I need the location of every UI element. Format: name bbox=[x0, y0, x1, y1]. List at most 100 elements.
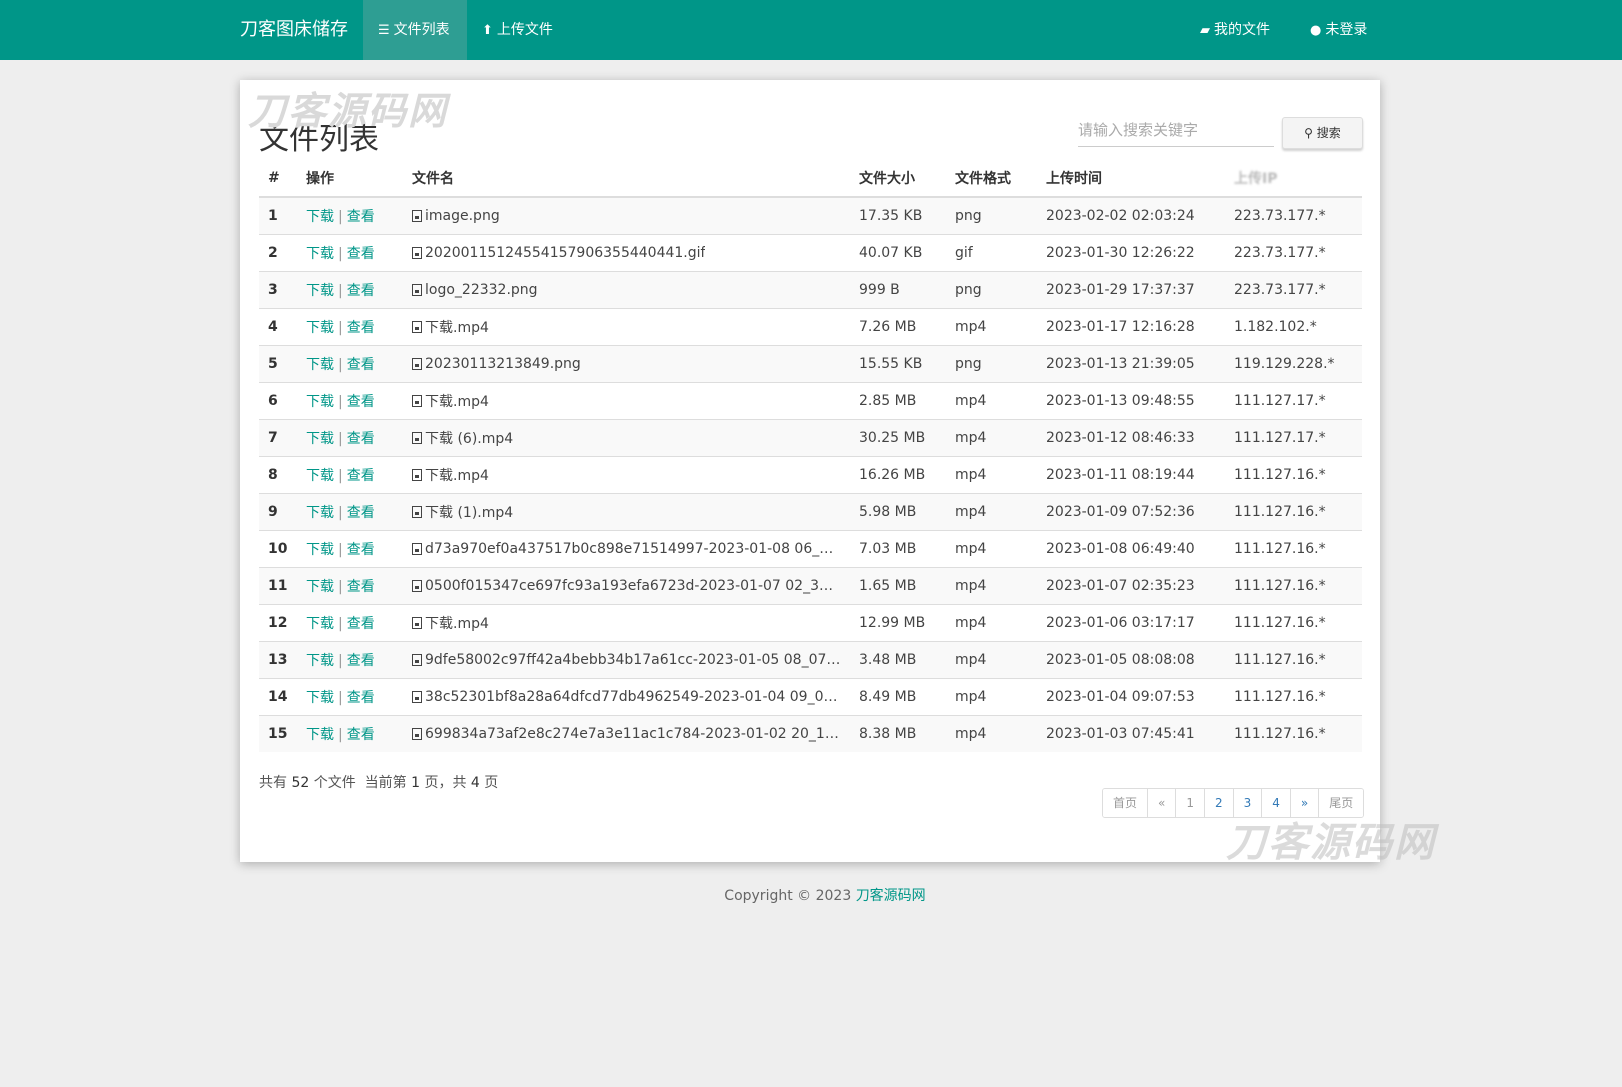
row-actions: 下载 | 查看 bbox=[297, 308, 403, 346]
view-link[interactable]: 查看 bbox=[347, 690, 375, 706]
file-icon bbox=[412, 432, 422, 444]
row-upload-time: 2023-01-30 12:26:22 bbox=[1037, 234, 1225, 272]
view-link[interactable]: 查看 bbox=[347, 542, 375, 558]
file-name: 38c52301bf8a28a64dfcd77db4962549-2023-01… bbox=[425, 689, 841, 705]
footer-site-link[interactable]: 刀客源码网 bbox=[856, 888, 926, 904]
download-link[interactable]: 下载 bbox=[306, 690, 334, 706]
action-separator: | bbox=[338, 283, 343, 299]
view-link[interactable]: 查看 bbox=[347, 653, 375, 669]
row-filename: 下载.mp4 bbox=[403, 456, 850, 494]
row-index: 7 bbox=[259, 419, 297, 457]
summary-current-page: 1 bbox=[411, 775, 421, 791]
row-format: mp4 bbox=[946, 308, 1037, 346]
search-button-label: 搜索 bbox=[1316, 126, 1341, 140]
download-link[interactable]: 下载 bbox=[306, 431, 334, 447]
nav-file-list[interactable]: ☰ 文件列表 bbox=[363, 0, 467, 60]
action-separator: | bbox=[338, 616, 343, 632]
row-size: 2.85 MB bbox=[850, 382, 946, 420]
table-row: 1 下载 | 查看 image.png 17.35 KB png 2023-02-02 02:… bbox=[259, 196, 1362, 235]
page-first[interactable]: 首页 bbox=[1103, 789, 1148, 817]
view-link[interactable]: 查看 bbox=[347, 246, 375, 262]
file-name: image.png bbox=[425, 208, 500, 224]
search-button[interactable]: ⚲ 搜索 bbox=[1282, 117, 1363, 149]
brand-logo[interactable]: 刀客图床储存 bbox=[240, 0, 348, 60]
watermark-header: 刀客源码网 bbox=[248, 89, 449, 133]
row-upload-time: 2023-01-08 06:49:40 bbox=[1037, 530, 1225, 568]
file-icon bbox=[412, 395, 422, 407]
list-icon: ☰ bbox=[378, 23, 390, 38]
row-upload-time: 2023-01-11 08:19:44 bbox=[1037, 456, 1225, 494]
nav-login[interactable]: ● 未登录 bbox=[1295, 0, 1395, 60]
action-separator: | bbox=[338, 246, 343, 262]
row-actions: 下载 | 查看 bbox=[297, 715, 403, 752]
row-format: mp4 bbox=[946, 530, 1037, 568]
row-upload-time: 2023-01-12 08:46:33 bbox=[1037, 419, 1225, 457]
row-upload-ip: 111.127.16.* bbox=[1225, 456, 1362, 494]
download-link[interactable]: 下载 bbox=[306, 579, 334, 595]
search-input[interactable] bbox=[1078, 114, 1274, 147]
row-index: 3 bbox=[259, 271, 297, 309]
view-link[interactable]: 查看 bbox=[347, 505, 375, 521]
row-upload-ip: 111.127.16.* bbox=[1225, 678, 1362, 716]
download-link[interactable]: 下载 bbox=[306, 246, 334, 262]
download-link[interactable]: 下载 bbox=[306, 653, 334, 669]
file-icon bbox=[412, 284, 422, 296]
row-upload-time: 2023-01-13 21:39:05 bbox=[1037, 345, 1225, 383]
download-link[interactable]: 下载 bbox=[306, 727, 334, 743]
download-link[interactable]: 下载 bbox=[306, 468, 334, 484]
row-index: 8 bbox=[259, 456, 297, 494]
page-prev[interactable]: « bbox=[1147, 789, 1176, 817]
search-icon: ⚲ bbox=[1304, 126, 1313, 140]
row-size: 30.25 MB bbox=[850, 419, 946, 457]
footer: Copyright © 2023 刀客源码网 bbox=[0, 885, 1622, 905]
download-link[interactable]: 下载 bbox=[306, 616, 334, 632]
nav-upload-label: 上传文件 bbox=[496, 22, 553, 38]
row-upload-time: 2023-01-29 17:37:37 bbox=[1037, 271, 1225, 309]
row-filename: 下载.mp4 bbox=[403, 382, 850, 420]
view-link[interactable]: 查看 bbox=[347, 727, 375, 743]
row-size: 5.98 MB bbox=[850, 493, 946, 531]
file-icon bbox=[412, 654, 422, 666]
action-separator: | bbox=[338, 320, 343, 336]
row-filename: d73a970ef0a437517b0c898e71514997-2023-01… bbox=[403, 530, 850, 568]
file-icon bbox=[412, 247, 422, 259]
view-link[interactable]: 查看 bbox=[347, 209, 375, 225]
row-upload-time: 2023-01-07 02:35:23 bbox=[1037, 567, 1225, 605]
row-actions: 下载 | 查看 bbox=[297, 493, 403, 531]
top-navbar: 刀客图床储存 ☰ 文件列表 ⬆ 上传文件 ▰ 我的文件 ● 未登录 bbox=[0, 0, 1622, 60]
row-filename: 699834a73af2e8c274e7a3e11ac1c784-2023-01… bbox=[403, 715, 850, 752]
file-name: 0500f015347ce697fc93a193efa6723d-2023-01… bbox=[425, 578, 841, 594]
view-link[interactable]: 查看 bbox=[347, 283, 375, 299]
view-link[interactable]: 查看 bbox=[347, 357, 375, 373]
row-actions: 下载 | 查看 bbox=[297, 567, 403, 605]
view-link[interactable]: 查看 bbox=[347, 468, 375, 484]
row-index: 15 bbox=[259, 715, 297, 752]
download-link[interactable]: 下载 bbox=[306, 320, 334, 336]
nav-my-files[interactable]: ▰ 我的文件 bbox=[1185, 0, 1305, 60]
view-link[interactable]: 查看 bbox=[347, 616, 375, 632]
page-1[interactable]: 1 bbox=[1175, 789, 1204, 817]
folder-open-icon: ▰ bbox=[1200, 23, 1210, 38]
nav-upload[interactable]: ⬆ 上传文件 bbox=[467, 0, 571, 60]
view-link[interactable]: 查看 bbox=[347, 320, 375, 336]
view-link[interactable]: 查看 bbox=[347, 579, 375, 595]
view-link[interactable]: 查看 bbox=[347, 394, 375, 410]
row-actions: 下载 | 查看 bbox=[297, 604, 403, 642]
row-size: 3.48 MB bbox=[850, 641, 946, 679]
download-link[interactable]: 下载 bbox=[306, 357, 334, 373]
download-link[interactable]: 下载 bbox=[306, 505, 334, 521]
file-name: 下载 (6).mp4 bbox=[425, 431, 514, 447]
table-row: 2 下载 | 查看 20200115124554157906355440441.gif 4… bbox=[259, 234, 1362, 272]
download-link[interactable]: 下载 bbox=[306, 542, 334, 558]
summary-total-pages: 4 bbox=[470, 775, 480, 791]
view-link[interactable]: 查看 bbox=[347, 431, 375, 447]
download-link[interactable]: 下载 bbox=[306, 283, 334, 299]
table-row: 15 下载 | 查看 699834a73af2e8c274e7a3e11ac1c784-… bbox=[259, 715, 1362, 752]
download-link[interactable]: 下载 bbox=[306, 394, 334, 410]
table-row: 6 下载 | 查看 下载.mp4 2.85 MB mp4 2023-01-13 09:48:5… bbox=[259, 382, 1362, 420]
action-separator: | bbox=[338, 579, 343, 595]
table-row: 9 下载 | 查看 下载 (1).mp4 5.98 MB mp4 2023-01-09 07:… bbox=[259, 493, 1362, 531]
row-upload-ip: 111.127.16.* bbox=[1225, 604, 1362, 642]
download-link[interactable]: 下载 bbox=[306, 209, 334, 225]
row-upload-ip: 111.127.16.* bbox=[1225, 493, 1362, 531]
